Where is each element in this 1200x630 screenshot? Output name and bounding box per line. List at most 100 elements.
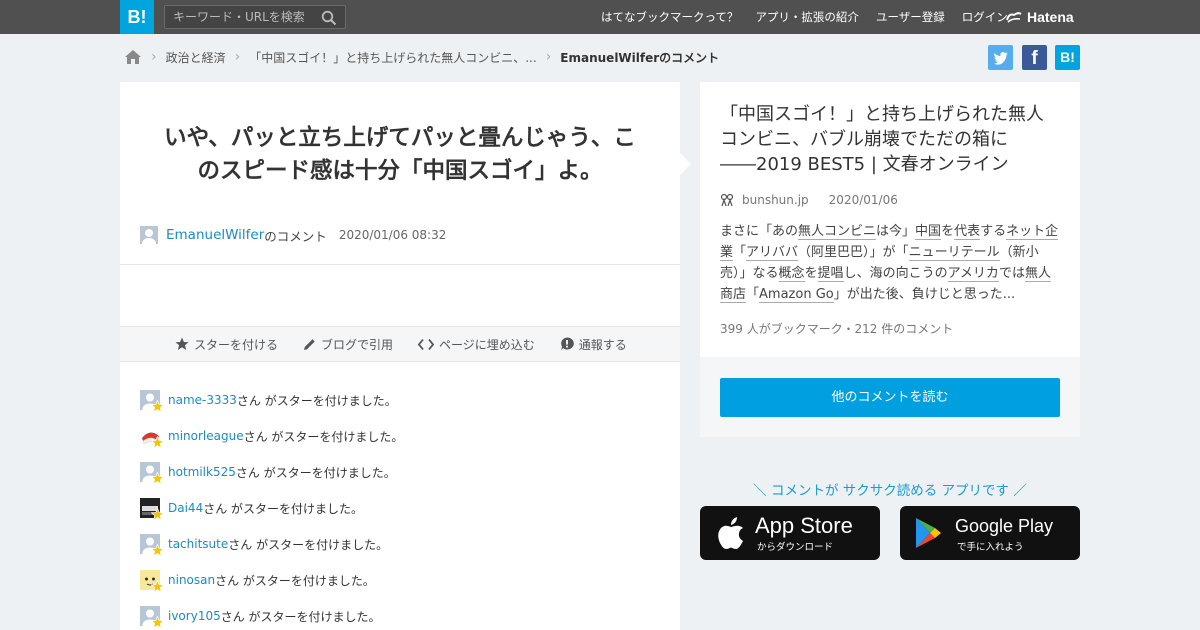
- google-play-icon: [916, 518, 941, 548]
- search-input[interactable]: [165, 6, 315, 28]
- keyword-link[interactable]: 中国: [915, 224, 942, 240]
- article-title-link[interactable]: 「中国スゴイ！」と持ち上げられた無人 コンビニ、バブル崩壊でただの箱に ――20…: [720, 102, 1062, 177]
- author-name-link[interactable]: EmanuelWilfer: [166, 227, 264, 243]
- home-icon[interactable]: [124, 49, 142, 65]
- read-more-area: 他のコメントを読む: [700, 357, 1080, 437]
- list-item: minorleague さん がスターを付けました。: [140, 418, 660, 454]
- list-item: ninosan さん がスターを付けました。: [140, 562, 660, 598]
- comment-timestamp[interactable]: 2020/01/06 08:32: [339, 228, 447, 242]
- keyword-link[interactable]: 無人コンビニ: [798, 224, 877, 240]
- hatena-logo-icon: [1006, 12, 1022, 23]
- comment-text-line: のスピード感は十分「中国スゴイ」よ。: [197, 158, 603, 184]
- keyword-link[interactable]: 提唱: [817, 266, 844, 282]
- star-user-link[interactable]: ivory105: [168, 609, 221, 623]
- keyword-link[interactable]: ニューリテール: [908, 245, 1000, 261]
- article-meta: bunshun.jp 2020/01/06: [720, 191, 898, 209]
- article-description: まさに「あの無人コンビニは今」中国を代表するネット企業「アリババ（阿里巴巴）」が…: [720, 221, 1060, 305]
- author-suffix: のコメント: [264, 228, 327, 244]
- nav-about[interactable]: はてなブックマークって？: [601, 9, 738, 25]
- keyword-link[interactable]: 概念: [778, 266, 805, 282]
- article-card: 「中国スゴイ！」と持ち上げられた無人 コンビニ、バブル崩壊でただの箱に ――20…: [700, 82, 1080, 357]
- hatena-brand-link[interactable]: Hatena: [1006, 8, 1074, 26]
- avatar[interactable]: [140, 226, 158, 244]
- twitter-icon: [993, 52, 1008, 65]
- avatar[interactable]: [140, 498, 164, 521]
- blog-quote-button[interactable]: ブログで引用: [303, 336, 393, 353]
- keyword-link[interactable]: アリババ: [746, 245, 799, 261]
- app-store-button[interactable]: App Store からダウンロード: [700, 506, 880, 560]
- avatar[interactable]: [140, 534, 164, 557]
- nav-login[interactable]: ログイン: [962, 9, 1008, 25]
- article-title-line: 「中国スゴイ！」と持ち上げられた無人: [720, 104, 1044, 125]
- star-badge-icon: [151, 508, 164, 521]
- report-button[interactable]: 通報する: [560, 336, 627, 353]
- star-user-link[interactable]: minorleague: [168, 429, 244, 443]
- embed-label: ページに埋め込む: [439, 337, 535, 352]
- google-play-subtitle: で手に入れよう: [957, 542, 1024, 553]
- google-play-title: Google Play: [955, 516, 1054, 536]
- star-user-link[interactable]: tachitsute: [168, 537, 228, 551]
- star-badge-icon: [151, 580, 164, 593]
- comment-actions-bar: スターを付ける ブログで引用 ページに埋め込む 通報する: [120, 326, 680, 362]
- avatar[interactable]: [140, 606, 164, 629]
- hatena-bookmark-icon: B!: [1060, 49, 1075, 65]
- desc-text: を: [941, 224, 955, 239]
- keyword-link[interactable]: Amazon Go: [759, 287, 834, 303]
- star-user-link[interactable]: ninosan: [168, 573, 215, 587]
- article-domain[interactable]: bunshun.jp: [742, 193, 809, 207]
- star-badge-icon: [151, 400, 164, 413]
- hatena-bookmark-share-button[interactable]: B!: [1055, 45, 1080, 70]
- article-title-line: ――2019 BEST5 | 文春オンライン: [720, 154, 1009, 175]
- embed-button[interactable]: ページに埋め込む: [418, 336, 535, 353]
- read-other-comments-button[interactable]: 他のコメントを読む: [720, 378, 1060, 417]
- star-message: さん がスターを付けました。: [228, 537, 389, 552]
- breadcrumb: › 政治と経済 › 「中国スゴイ！」と持ち上げられた無人コンビニ、... › E…: [124, 46, 719, 68]
- report-label: 通報する: [578, 337, 627, 352]
- add-star-button[interactable]: スターを付ける: [175, 336, 278, 353]
- list-item: tachitsute さん がスターを付けました。: [140, 526, 660, 562]
- comment-text-line: いや、パッと立ち上げてパッと畳んじゃう、こ: [164, 125, 636, 151]
- search-box: [164, 5, 346, 29]
- app-store-title: App Store: [755, 513, 853, 538]
- star-message: さん がスターを付けました。: [220, 609, 381, 624]
- star-user-link[interactable]: Dai44: [168, 501, 203, 515]
- breadcrumb-article[interactable]: 「中国スゴイ！」と持ち上げられた無人コンビニ、...: [249, 49, 536, 66]
- star-badge-icon: [151, 544, 164, 557]
- avatar[interactable]: [140, 426, 164, 449]
- star-user-link[interactable]: name-3333: [168, 393, 237, 407]
- star-icon: [175, 337, 189, 350]
- google-play-button[interactable]: Google Play で手に入れよう: [900, 506, 1080, 560]
- breadcrumb-current: EmanuelWilferのコメント: [560, 50, 720, 65]
- keyword-link[interactable]: アメリカ: [947, 266, 999, 282]
- site-favicon-icon: [720, 193, 734, 207]
- bookmark-stats[interactable]: 399 人がブックマーク・212 件のコメント: [720, 320, 953, 337]
- twitter-share-button[interactable]: [988, 45, 1013, 70]
- keyword-link[interactable]: 代表: [954, 224, 981, 240]
- nav-apps[interactable]: アプリ・拡張の紹介: [755, 9, 859, 25]
- star-badge-icon: [151, 472, 164, 485]
- star-message: さん がスターを付けました。: [215, 573, 375, 588]
- chevron-right-icon: ›: [545, 49, 552, 65]
- desc-text: （阿里巴巴）」が「: [798, 245, 909, 260]
- desc-text: を: [804, 266, 818, 281]
- list-item: Dai44 さん がスターを付けました。: [140, 490, 660, 526]
- star-list: name-3333 さん がスターを付けました。 minorleague さん …: [140, 382, 660, 630]
- exclamation-icon: [560, 337, 574, 351]
- avatar[interactable]: [140, 462, 164, 485]
- star-badge-icon: [151, 616, 164, 629]
- app-store-subtitle: からダウンロード: [757, 542, 834, 553]
- nav-register[interactable]: ユーザー登録: [876, 9, 945, 25]
- list-item: hotmilk525 さん がスターを付けました。: [140, 454, 660, 490]
- search-icon[interactable]: [321, 10, 337, 26]
- star-message: さん がスターを付けました。: [243, 429, 404, 444]
- hatena-bookmark-logo[interactable]: B!: [120, 0, 154, 34]
- breadcrumb-category[interactable]: 政治と経済: [166, 49, 226, 66]
- desc-text: 」が出た後、負けじと思った...: [833, 287, 1016, 302]
- facebook-share-button[interactable]: f: [1022, 45, 1047, 70]
- pencil-icon: [304, 338, 315, 350]
- top-navigation-bar: B! はてなブックマークって？ アプリ・拡張の紹介 ユーザー登録 ログイン Ha…: [0, 0, 1200, 34]
- avatar[interactable]: [140, 570, 164, 593]
- avatar[interactable]: [140, 390, 164, 413]
- apple-icon: [718, 517, 743, 549]
- star-user-link[interactable]: hotmilk525: [168, 465, 236, 479]
